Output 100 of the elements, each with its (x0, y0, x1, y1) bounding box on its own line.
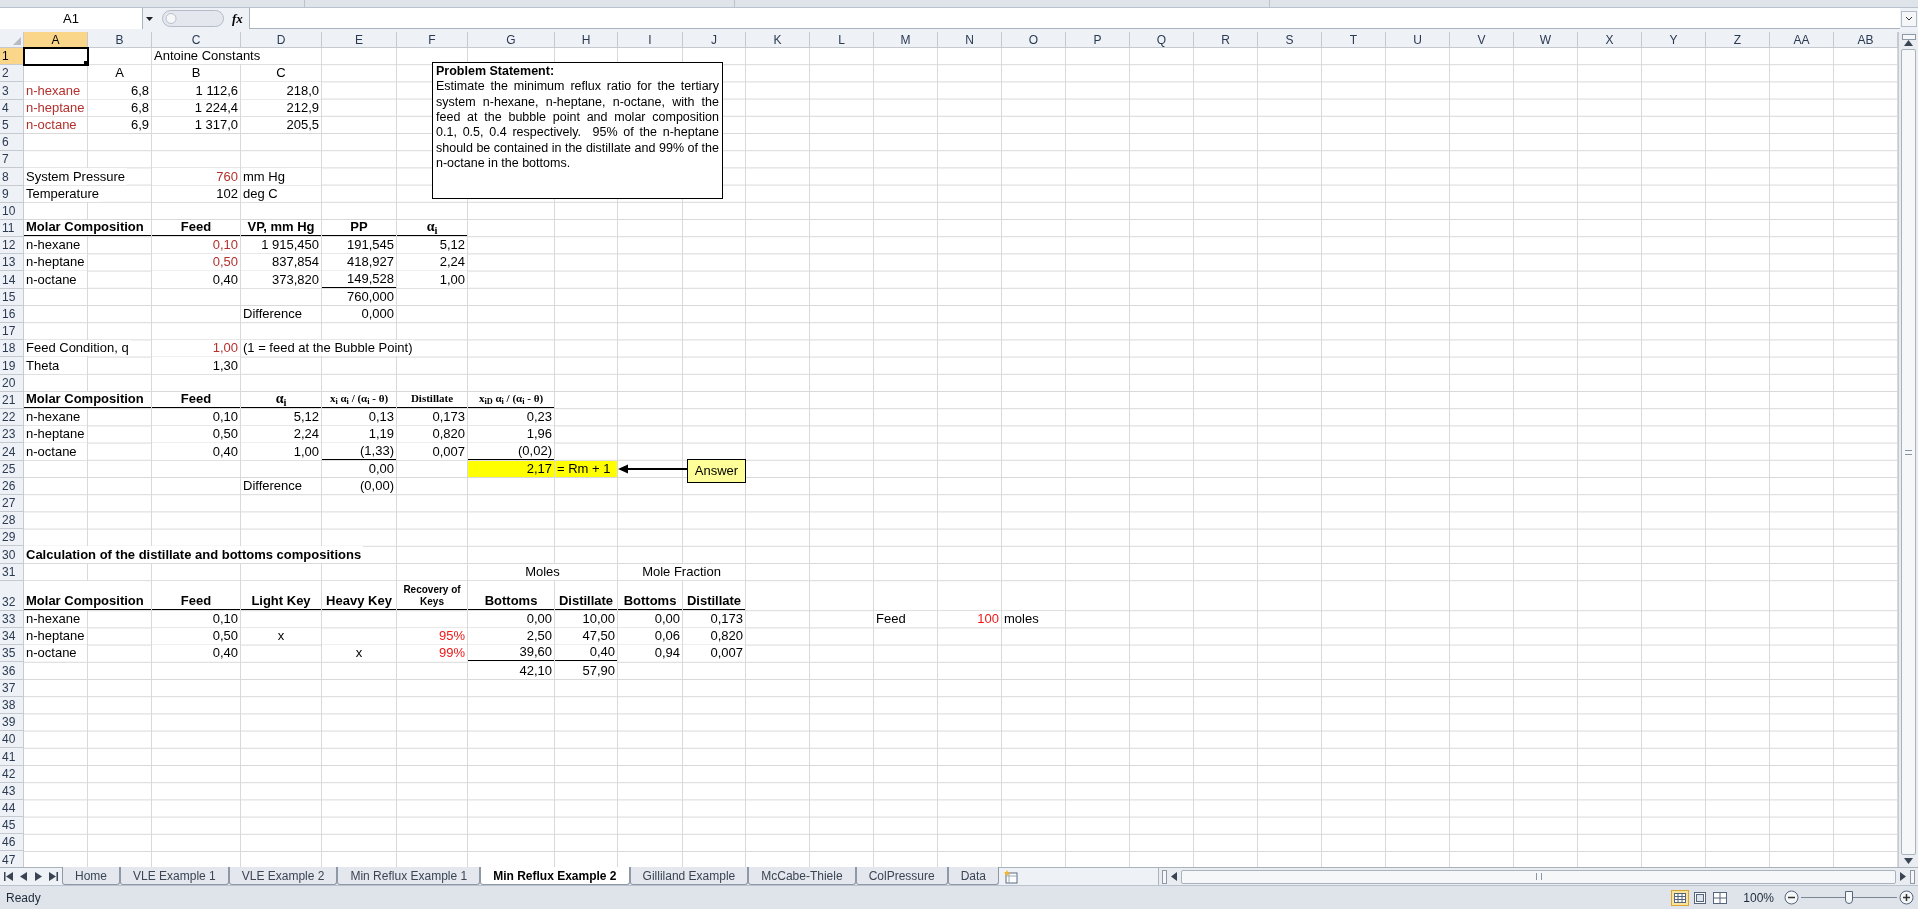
column-header[interactable]: T (1322, 32, 1386, 48)
cell-value: 1,96 (468, 426, 554, 443)
column-header[interactable]: Z (1706, 32, 1770, 48)
row-header[interactable]: 34 (0, 628, 24, 646)
row-header[interactable]: 30 (0, 546, 24, 564)
sheet-tab[interactable]: Data (947, 867, 1000, 885)
zoom-in-icon[interactable] (1899, 890, 1914, 905)
row-header[interactable]: 32 (0, 580, 24, 611)
column-header[interactable]: O (1002, 32, 1066, 48)
column-header[interactable]: Q (1130, 32, 1194, 48)
zoom-out-icon[interactable] (1784, 890, 1799, 905)
column-header[interactable]: U (1386, 32, 1450, 48)
last-sheet-icon[interactable] (49, 872, 58, 881)
row-header[interactable]: 8 (0, 168, 24, 186)
column-header[interactable]: V (1450, 32, 1514, 48)
column-header[interactable]: S (1258, 32, 1322, 48)
scroll-right-icon[interactable] (1900, 872, 1906, 881)
column-header[interactable]: C (152, 32, 241, 48)
split-handle[interactable] (1901, 34, 1916, 40)
column-header[interactable]: E (322, 32, 397, 48)
row-header[interactable]: 46 (0, 834, 24, 852)
selected-cell[interactable] (23, 47, 89, 67)
sheet-tab[interactable]: VLE Example 2 (228, 867, 338, 885)
zoom-slider[interactable] (1801, 891, 1897, 904)
column-header[interactable]: AA (1770, 32, 1834, 48)
sheet-tab[interactable]: Min Reflux Example 2 (480, 867, 630, 885)
column-header[interactable]: X (1578, 32, 1642, 48)
row-header[interactable]: 3 (0, 82, 24, 100)
slider-thumb[interactable] (1845, 891, 1853, 904)
column-header[interactable]: W (1514, 32, 1578, 48)
cell-text: System Pressure (24, 168, 127, 185)
cell-value: 0,06 (618, 628, 682, 645)
expand-icon[interactable] (1901, 10, 1917, 27)
page-break-icon[interactable] (1711, 889, 1730, 906)
zoom-level[interactable]: 100% (1743, 888, 1774, 907)
column-header[interactable]: B (88, 32, 152, 48)
cell-text: Antoine Constants (152, 48, 263, 65)
cell-value: 0,50 (152, 254, 240, 271)
sheet-tab[interactable]: VLE Example 1 (120, 867, 229, 885)
vertical-scrollbar[interactable] (1898, 32, 1918, 867)
scroll-down-icon[interactable] (1904, 858, 1913, 864)
row-header[interactable]: 41 (0, 748, 24, 766)
cell-value: (0,02) (468, 443, 554, 460)
sheet-tab[interactable]: ColPressure (855, 867, 948, 885)
row-header[interactable]: 17 (0, 323, 24, 341)
column-header[interactable]: Y (1642, 32, 1706, 48)
row-header[interactable]: 29 (0, 529, 24, 547)
split-handle[interactable] (1910, 869, 1915, 884)
column-header[interactable]: M (874, 32, 938, 48)
row-header[interactable]: 45 (0, 817, 24, 835)
name-box[interactable]: A1 (0, 8, 143, 29)
row-header[interactable]: 40 (0, 731, 24, 749)
column-header[interactable]: L (810, 32, 874, 48)
split-handle[interactable] (1162, 869, 1167, 884)
column-header[interactable]: P (1066, 32, 1130, 48)
column-header[interactable]: D (241, 32, 322, 48)
scroll-left-icon[interactable] (1171, 872, 1177, 881)
insert-function-button[interactable]: fx (232, 8, 243, 29)
column-header[interactable]: R (1194, 32, 1258, 48)
cell-value: 42,10 (468, 662, 554, 679)
normal-view-icon[interactable] (1671, 889, 1690, 906)
next-sheet-icon[interactable] (34, 872, 43, 881)
row-header[interactable]: 2 (0, 65, 24, 83)
column-header[interactable]: H (555, 32, 618, 48)
column-header[interactable]: A (24, 32, 88, 48)
resize-handle-icon[interactable] (162, 10, 224, 27)
scroll-up-icon[interactable] (1904, 40, 1913, 46)
row-header[interactable]: 12 (0, 237, 24, 255)
column-header[interactable]: AB (1834, 32, 1898, 48)
row-header[interactable]: 13 (0, 254, 24, 272)
row-header[interactable]: 7 (0, 151, 24, 169)
column-header[interactable]: J (683, 32, 746, 48)
row-header[interactable]: 1 (0, 48, 24, 66)
column-header[interactable]: N (938, 32, 1002, 48)
sheet-tab[interactable]: Gilliland Example (629, 867, 749, 885)
column-header[interactable]: G (468, 32, 555, 48)
row-header[interactable]: 24 (0, 443, 24, 461)
formula-input[interactable] (248, 8, 1900, 29)
first-sheet-icon[interactable] (4, 872, 13, 881)
previous-sheet-icon[interactable] (19, 872, 28, 881)
cell-value: 0,94 (618, 645, 682, 662)
row-header[interactable]: 23 (0, 426, 24, 444)
horizontal-scrollbar[interactable] (1158, 868, 1918, 885)
cell-value: 0,50 (152, 426, 240, 443)
dropdown-icon[interactable] (146, 16, 153, 21)
sheet-tab[interactable]: Min Reflux Example 1 (337, 867, 481, 885)
row-header[interactable]: 47 (0, 851, 24, 867)
column-header[interactable]: F (397, 32, 468, 48)
cell-value: 5,12 (397, 237, 467, 254)
column-header[interactable]: K (746, 32, 810, 48)
row-header[interactable]: 18 (0, 340, 24, 358)
row-header[interactable]: 36 (0, 662, 24, 680)
row-header[interactable]: 19 (0, 357, 24, 375)
sheet-tab[interactable]: Home (62, 867, 120, 885)
column-header[interactable]: I (618, 32, 683, 48)
sheet-tab[interactable]: McCabe-Thiele (748, 867, 856, 885)
row-header[interactable]: 35 (0, 645, 24, 663)
row-header[interactable]: 28 (0, 512, 24, 530)
row-header[interactable]: 14 (0, 271, 24, 289)
callout-label: Answer (687, 458, 746, 483)
